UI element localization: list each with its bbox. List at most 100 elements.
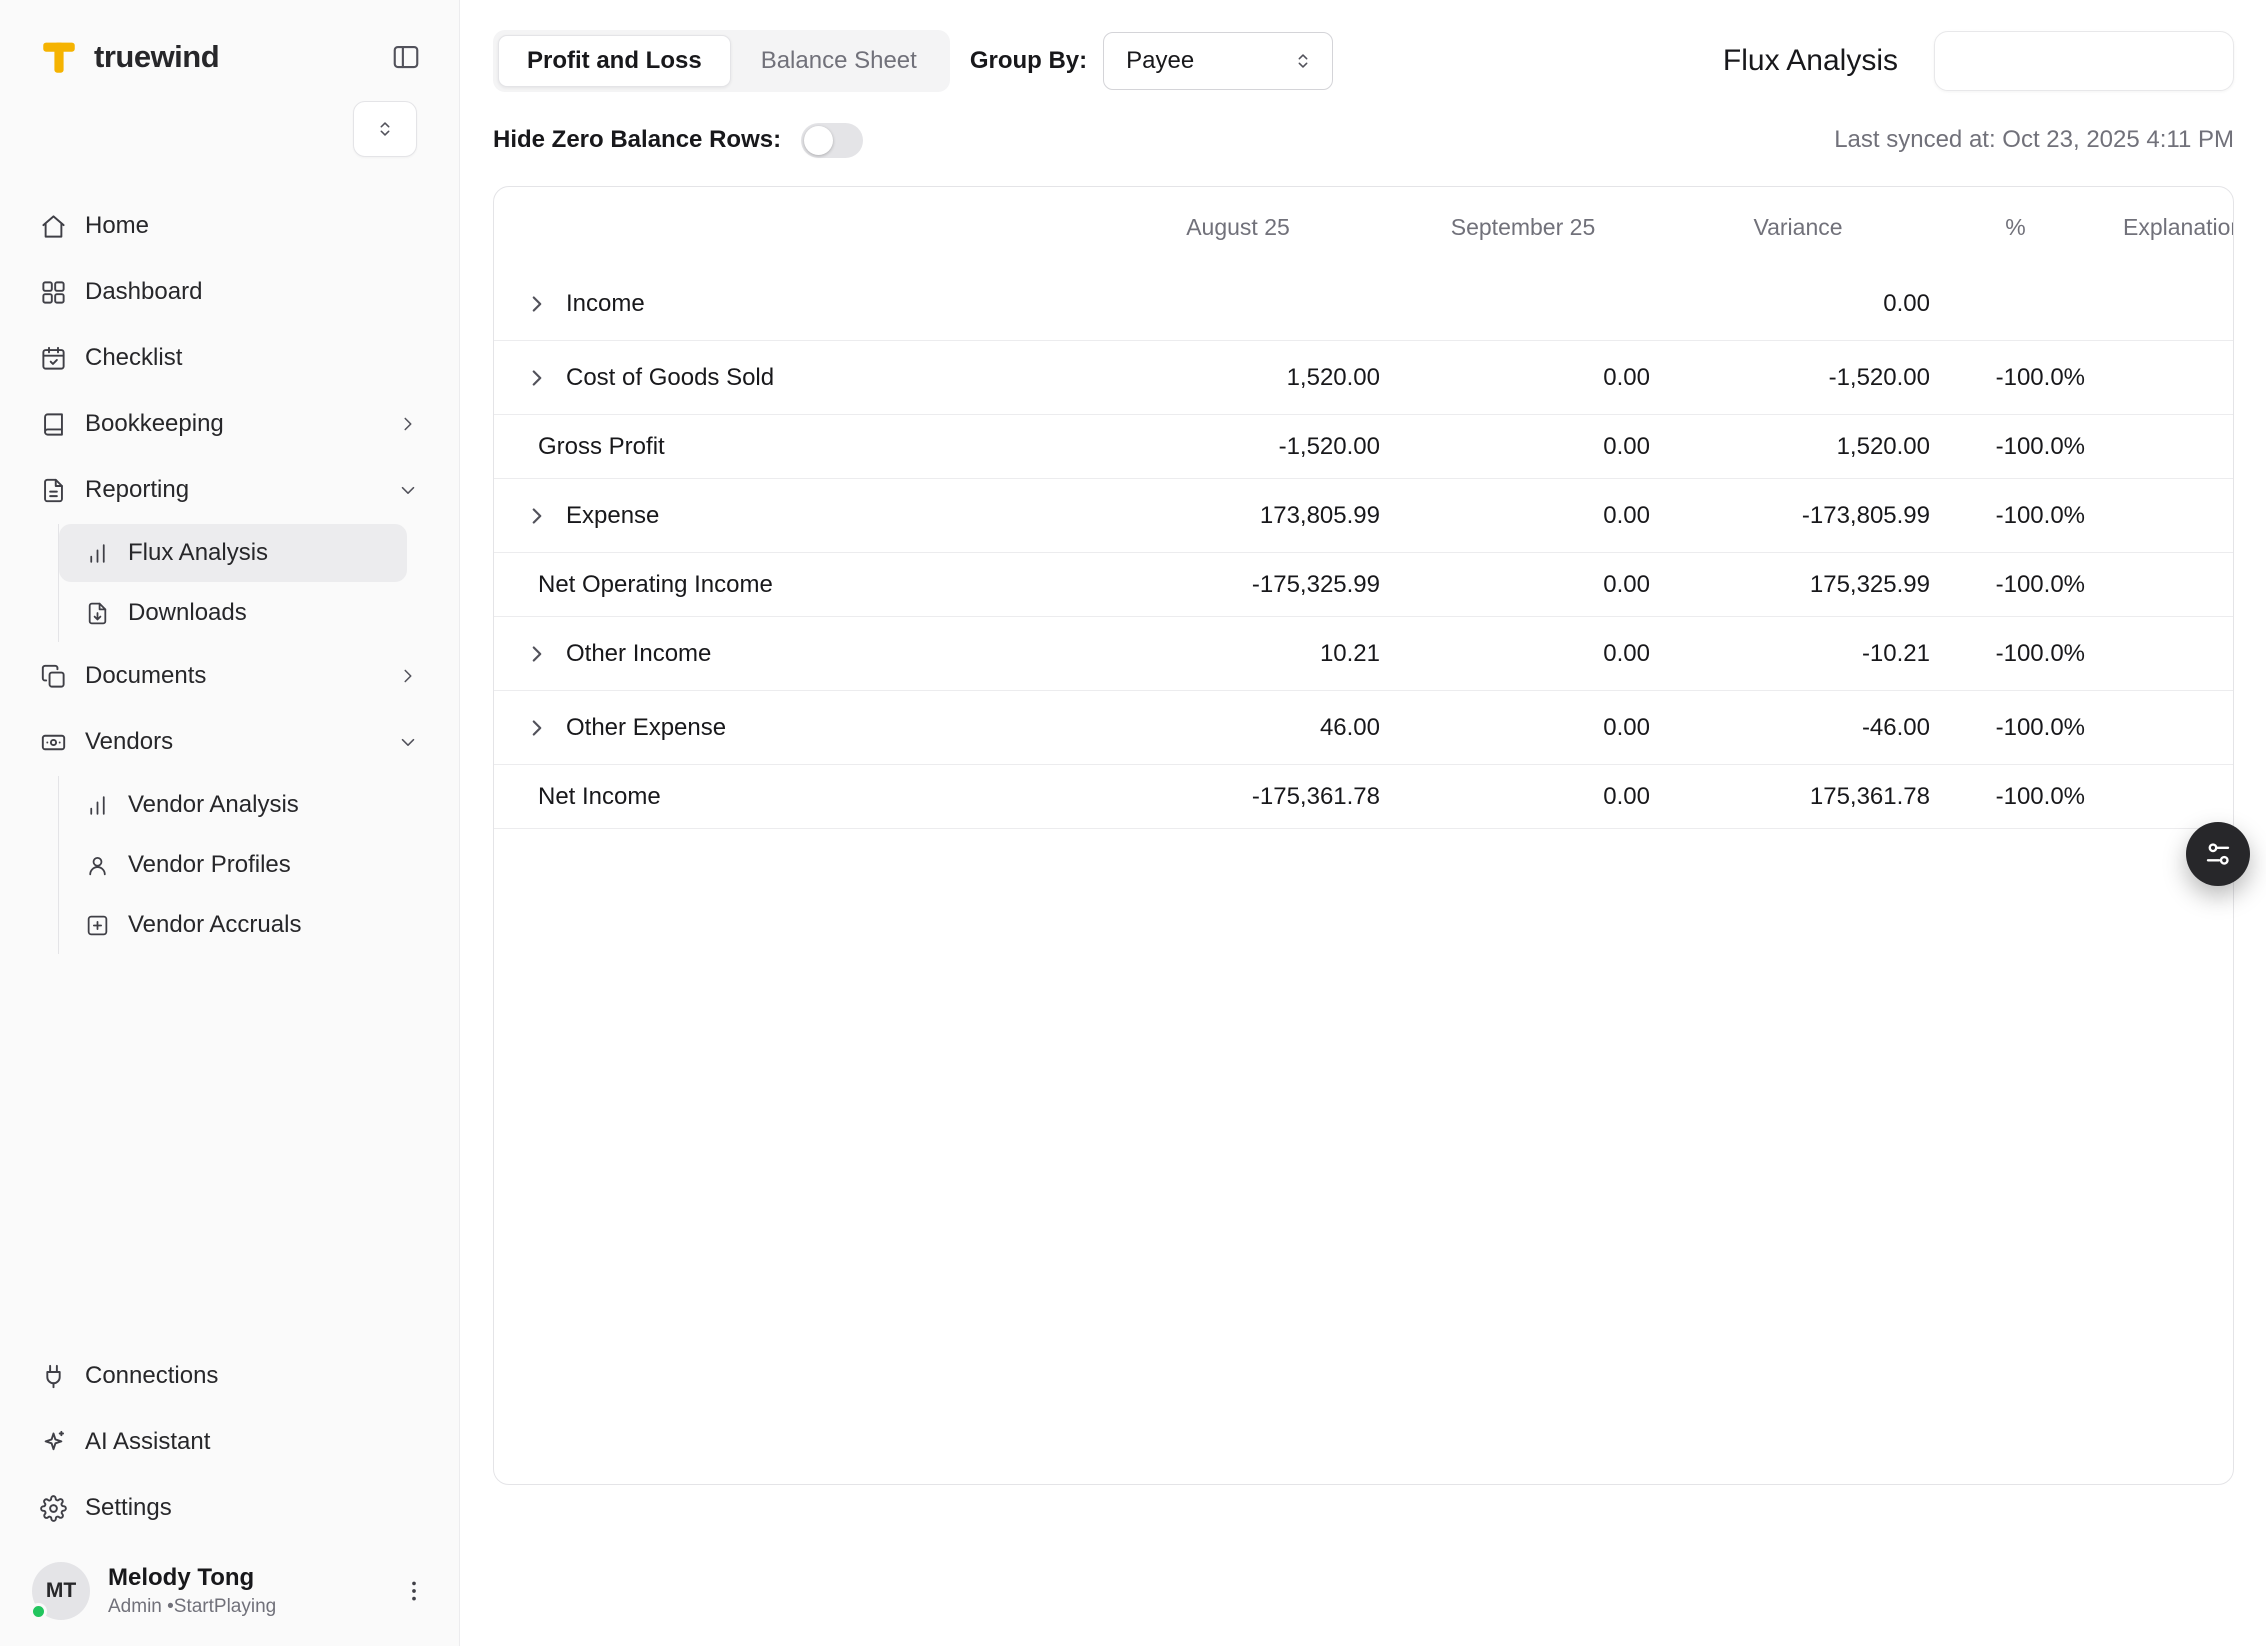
sidebar-item-checklist[interactable]: Checklist xyxy=(24,326,435,390)
column-header-september: September 25 xyxy=(1388,214,1658,241)
report-type-segmented-control: Profit and Loss Balance Sheet xyxy=(493,30,950,92)
column-header-percent: % xyxy=(1938,214,2093,241)
august-value-cell: 173,805.99 xyxy=(1088,502,1388,530)
percent-value-cell: -100.0% xyxy=(1938,433,2093,461)
sidebar-nav: Home Dashboard Checklist Bookkeeping xyxy=(24,194,435,954)
account-name: Cost of Goods Sold xyxy=(566,364,774,392)
avatar: MT xyxy=(32,1562,90,1620)
table-settings-fab[interactable] xyxy=(2186,822,2250,886)
chevron-down-icon xyxy=(397,731,419,753)
august-value-cell: -175,361.78 xyxy=(1088,783,1388,811)
hide-zero-toggle[interactable] xyxy=(801,123,863,158)
account-name: Net Operating Income xyxy=(538,571,773,599)
september-value-cell: 0.00 xyxy=(1388,433,1658,461)
percent-value-cell: -100.0% xyxy=(1938,714,2093,742)
september-value-cell: 0.00 xyxy=(1388,640,1658,668)
table-row[interactable]: Other Expense 46.00 0.00 -46.00 -100.0% xyxy=(494,691,2233,765)
variance-value-cell: 175,325.99 xyxy=(1658,571,1938,599)
august-value-cell: 10.21 xyxy=(1088,640,1388,668)
chevron-right-icon xyxy=(397,665,419,687)
table-row: Gross Profit -1,520.00 0.00 1,520.00 -10… xyxy=(494,415,2233,479)
account-name: Expense xyxy=(566,502,659,530)
sidebar-item-vendor-accruals[interactable]: Vendor Accruals xyxy=(59,896,407,954)
sidebar-item-downloads[interactable]: Downloads xyxy=(59,584,407,642)
file-download-icon xyxy=(85,601,110,626)
sidebar-item-home[interactable]: Home xyxy=(24,194,435,258)
august-value-cell: 46.00 xyxy=(1088,714,1388,742)
expand-chevron-icon[interactable] xyxy=(524,503,550,529)
sidebar-item-bookkeeping[interactable]: Bookkeeping xyxy=(24,392,435,456)
sidebar-item-label: Vendor Analysis xyxy=(128,791,299,819)
brand-name: truewind xyxy=(94,39,219,75)
column-header-august: August 25 xyxy=(1088,214,1388,241)
sidebar-item-label: Flux Analysis xyxy=(128,539,268,567)
expand-chevron-icon[interactable] xyxy=(524,291,550,317)
chevrons-up-down-icon xyxy=(1292,50,1314,72)
sidebar-item-label: Settings xyxy=(85,1494,172,1522)
sidebar-footer-nav: Connections AI Assistant Settings MT Mel… xyxy=(24,1344,435,1646)
flux-table-card: August 25 September 25 Variance % Explan… xyxy=(493,186,2234,1485)
sidebar-item-label: Downloads xyxy=(128,599,247,627)
tab-profit-and-loss[interactable]: Profit and Loss xyxy=(498,35,731,87)
column-header-variance: Variance xyxy=(1658,214,1938,241)
account-name-cell: Net Operating Income xyxy=(494,571,1088,599)
sidebar-item-label: Home xyxy=(85,212,149,240)
bar-chart-icon xyxy=(85,541,110,566)
sidebar-item-settings[interactable]: Settings xyxy=(24,1476,435,1540)
variance-value-cell: -1,520.00 xyxy=(1658,364,1938,392)
sidebar-item-reporting[interactable]: Reporting xyxy=(24,458,435,522)
expand-chevron-icon[interactable] xyxy=(524,715,550,741)
expand-chevron-icon[interactable] xyxy=(524,641,550,667)
september-value-cell: 0.00 xyxy=(1388,714,1658,742)
september-value-cell: 0.00 xyxy=(1388,364,1658,392)
kebab-menu-icon[interactable] xyxy=(401,1578,427,1604)
account-name: Net Income xyxy=(538,783,661,811)
workspace-selector-button[interactable] xyxy=(353,101,417,157)
tab-balance-sheet[interactable]: Balance Sheet xyxy=(733,35,945,87)
hide-zero-label: Hide Zero Balance Rows: xyxy=(493,126,781,154)
topbar-cutoff-button[interactable] xyxy=(1934,31,2234,91)
square-plus-icon xyxy=(85,913,110,938)
column-header-explanation: Explanation xyxy=(2093,214,2233,241)
percent-value-cell: -100.0% xyxy=(1938,502,2093,530)
collapse-sidebar-icon[interactable] xyxy=(391,42,421,72)
group-by-select[interactable]: Payee xyxy=(1103,32,1333,90)
september-value-cell: 0.00 xyxy=(1388,502,1658,530)
file-report-icon xyxy=(40,477,67,504)
workspace-row xyxy=(24,86,435,172)
sidebar-item-documents[interactable]: Documents xyxy=(24,644,435,708)
truewind-logo-icon xyxy=(38,36,80,78)
sidebar-item-label: Vendor Accruals xyxy=(128,911,301,939)
table-row[interactable]: Cost of Goods Sold 1,520.00 0.00 -1,520.… xyxy=(494,341,2233,415)
variance-value-cell: 1,520.00 xyxy=(1658,433,1938,461)
banknote-icon xyxy=(40,729,67,756)
sidebar-item-label: Vendor Profiles xyxy=(128,851,291,879)
last-synced-text: Last synced at: Oct 23, 2025 4:11 PM xyxy=(1834,126,2234,154)
table-row[interactable]: Income 0.00 xyxy=(494,267,2233,341)
user-card[interactable]: MT Melody Tong Admin •StartPlaying xyxy=(24,1542,435,1646)
sidebar-item-label: Connections xyxy=(85,1362,218,1390)
sidebar-item-connections[interactable]: Connections xyxy=(24,1344,435,1408)
table-rows: Income 0.00 Cost of Goods Sold 1,520.00 … xyxy=(494,267,2233,829)
august-value-cell: -1,520.00 xyxy=(1088,433,1388,461)
user-icon xyxy=(85,853,110,878)
logo-row: truewind xyxy=(24,0,435,86)
account-name: Gross Profit xyxy=(538,433,665,461)
table-row[interactable]: Expense 173,805.99 0.00 -173,805.99 -100… xyxy=(494,479,2233,553)
sidebar-item-flux-analysis[interactable]: Flux Analysis xyxy=(59,524,407,582)
august-value-cell: -175,325.99 xyxy=(1088,571,1388,599)
percent-value-cell: -100.0% xyxy=(1938,571,2093,599)
vendors-subgroup: Vendor Analysis Vendor Profiles Vendor A… xyxy=(58,776,435,954)
sidebar-item-vendors[interactable]: Vendors xyxy=(24,710,435,774)
percent-value-cell: -100.0% xyxy=(1938,640,2093,668)
expand-chevron-icon[interactable] xyxy=(524,365,550,391)
avatar-initials: MT xyxy=(46,1579,76,1603)
sidebar-item-label: AI Assistant xyxy=(85,1428,210,1456)
sidebar-item-ai-assistant[interactable]: AI Assistant xyxy=(24,1410,435,1474)
sidebar-item-vendor-profiles[interactable]: Vendor Profiles xyxy=(59,836,407,894)
sidebar-item-vendor-analysis[interactable]: Vendor Analysis xyxy=(59,776,407,834)
account-name: Income xyxy=(566,290,645,318)
sidebar-item-dashboard[interactable]: Dashboard xyxy=(24,260,435,324)
table-row[interactable]: Other Income 10.21 0.00 -10.21 -100.0% xyxy=(494,617,2233,691)
calendar-check-icon xyxy=(40,345,67,372)
